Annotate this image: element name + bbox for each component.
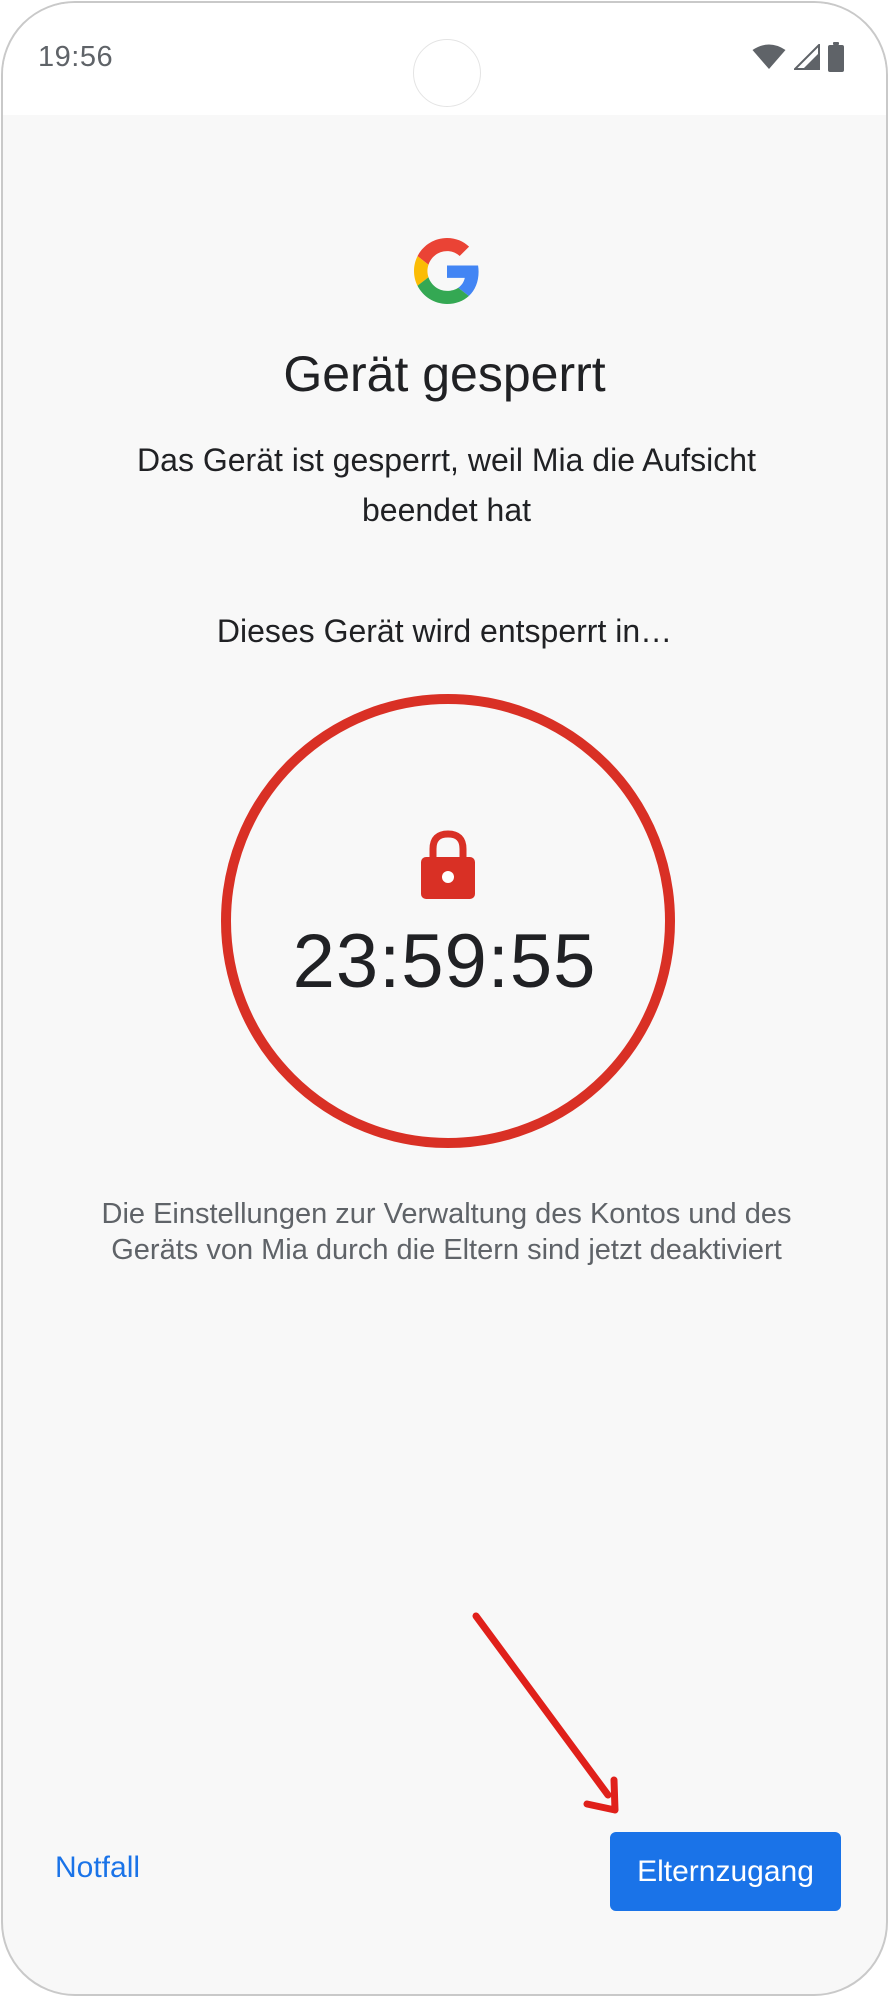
battery-icon xyxy=(828,42,844,72)
parental-settings-info: Die Einstellungen zur Verwaltung des Kon… xyxy=(101,1198,792,1266)
google-logo-icon xyxy=(414,238,479,304)
cell-signal-icon xyxy=(794,44,820,70)
lock-icon xyxy=(421,830,475,899)
lock-reason-text: Das Gerät ist gesperrt, weil Mia die Auf… xyxy=(137,442,756,528)
emergency-button[interactable]: Notfall xyxy=(55,1851,140,1885)
camera-cutout xyxy=(413,39,481,107)
status-bar: 19:56 xyxy=(3,3,886,115)
unlock-countdown-label: Dieses Gerät wird entsperrt in… xyxy=(216,613,673,649)
page-title: Gerät gesperrt xyxy=(283,346,606,402)
wifi-icon xyxy=(752,44,786,70)
status-time: 19:56 xyxy=(38,41,114,73)
phone-frame: 19:56 Gerät gesperrt Das Gerät ist gespe… xyxy=(1,1,888,1996)
parent-access-button[interactable]: Elternzugang xyxy=(610,1832,841,1911)
countdown-timer: 23:59:55 xyxy=(292,919,597,1004)
status-icons xyxy=(752,41,844,73)
